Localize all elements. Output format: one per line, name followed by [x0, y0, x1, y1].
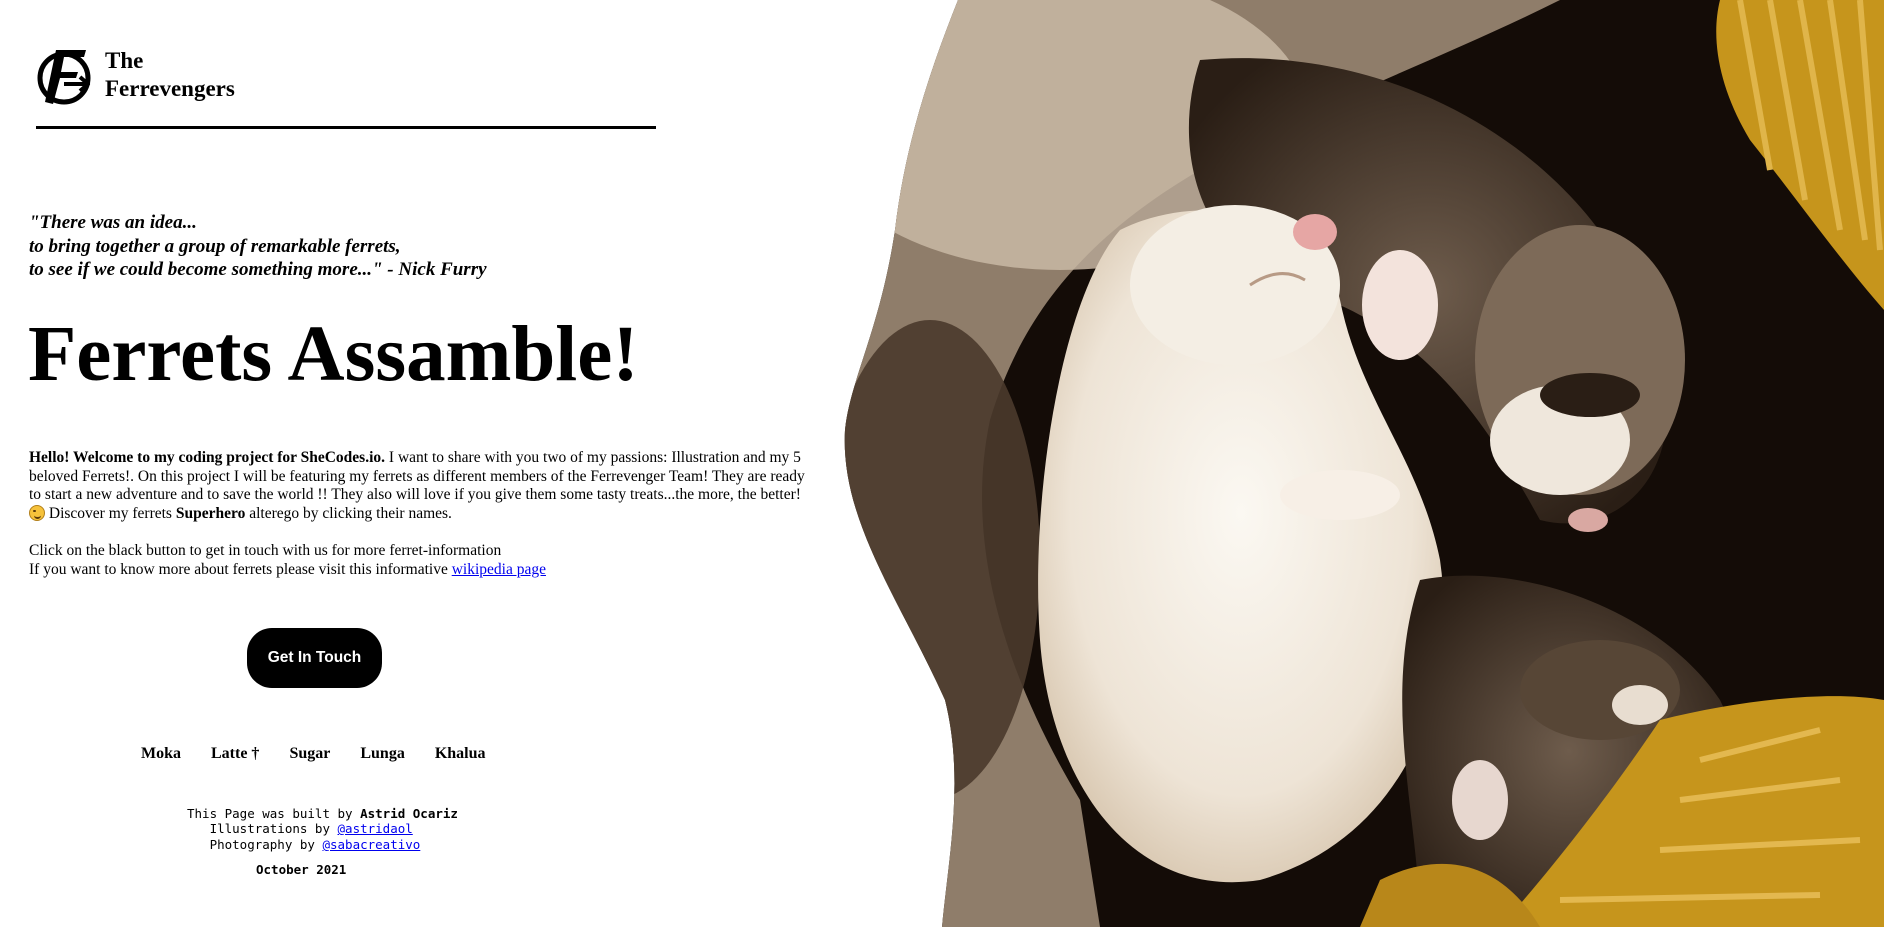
- contact-line-2-text: If you want to know more about ferrets p…: [29, 560, 452, 578]
- quote-line-3: to see if we could become something more…: [29, 259, 487, 280]
- ferret-link-khalua[interactable]: Khalua: [435, 745, 486, 763]
- site-header: The Ferrevengers: [36, 42, 235, 108]
- intro-text-2: Discover my ferrets: [45, 504, 176, 522]
- brand-line-1: The: [105, 48, 144, 73]
- ferret-names-nav: Moka Latte † Sugar Lunga Khalua: [141, 745, 486, 763]
- wikipedia-link[interactable]: wikipedia page: [452, 561, 546, 578]
- intro-text-3: alterego by clicking their names.: [245, 504, 452, 522]
- ferrevengers-logo-icon[interactable]: [36, 42, 94, 108]
- ferret-link-latte[interactable]: Latte †: [211, 745, 259, 763]
- credit-photography: Photography by @sabacreativo: [187, 837, 458, 852]
- photographer-link[interactable]: @sabacreativo: [322, 837, 420, 852]
- credit-author: Astrid Ocariz: [360, 806, 458, 821]
- credit-illustrations: Illustrations by @astridaol: [187, 821, 458, 836]
- contact-info: Click on the black button to get in touc…: [29, 542, 546, 579]
- ferret-link-lunga[interactable]: Lunga: [360, 745, 404, 763]
- intro-greeting: Hello! Welcome to my coding project for …: [29, 449, 386, 466]
- page-title: Ferrets Assamble!: [28, 311, 639, 398]
- credit-built-text: This Page was built by: [187, 806, 361, 821]
- credit-built: This Page was built by Astrid Ocariz: [187, 806, 458, 821]
- brand-name: The Ferrevengers: [105, 47, 235, 103]
- quote-line-1: "There was an idea...: [29, 212, 197, 233]
- brand-line-2: Ferrevengers: [105, 76, 235, 101]
- quote-line-2: to bring together a group of remarkable …: [29, 235, 401, 257]
- contact-line-2: If you want to know more about ferrets p…: [29, 561, 546, 580]
- footer-date: October 2021: [256, 862, 347, 877]
- superhero-word: Superhero: [175, 504, 246, 522]
- intro-paragraph: Hello! Welcome to my coding project for …: [29, 449, 809, 523]
- header-divider: [36, 126, 656, 129]
- illustrator-link[interactable]: @astridaol: [338, 821, 413, 836]
- footer-credits: This Page was built by Astrid Ocariz Ill…: [187, 806, 458, 852]
- credit-photography-text: Photography by: [209, 836, 323, 852]
- ferret-link-sugar[interactable]: Sugar: [289, 745, 330, 763]
- credit-illustrations-text: Illustrations by: [209, 821, 338, 837]
- ferret-link-moka[interactable]: Moka: [141, 745, 181, 763]
- contact-line-1: Click on the black button to get in touc…: [29, 542, 502, 559]
- nick-furry-quote: "There was an idea... to bring together …: [29, 211, 487, 282]
- get-in-touch-button[interactable]: Get In Touch: [247, 628, 382, 688]
- grinning-face-emoji-icon: [29, 504, 45, 521]
